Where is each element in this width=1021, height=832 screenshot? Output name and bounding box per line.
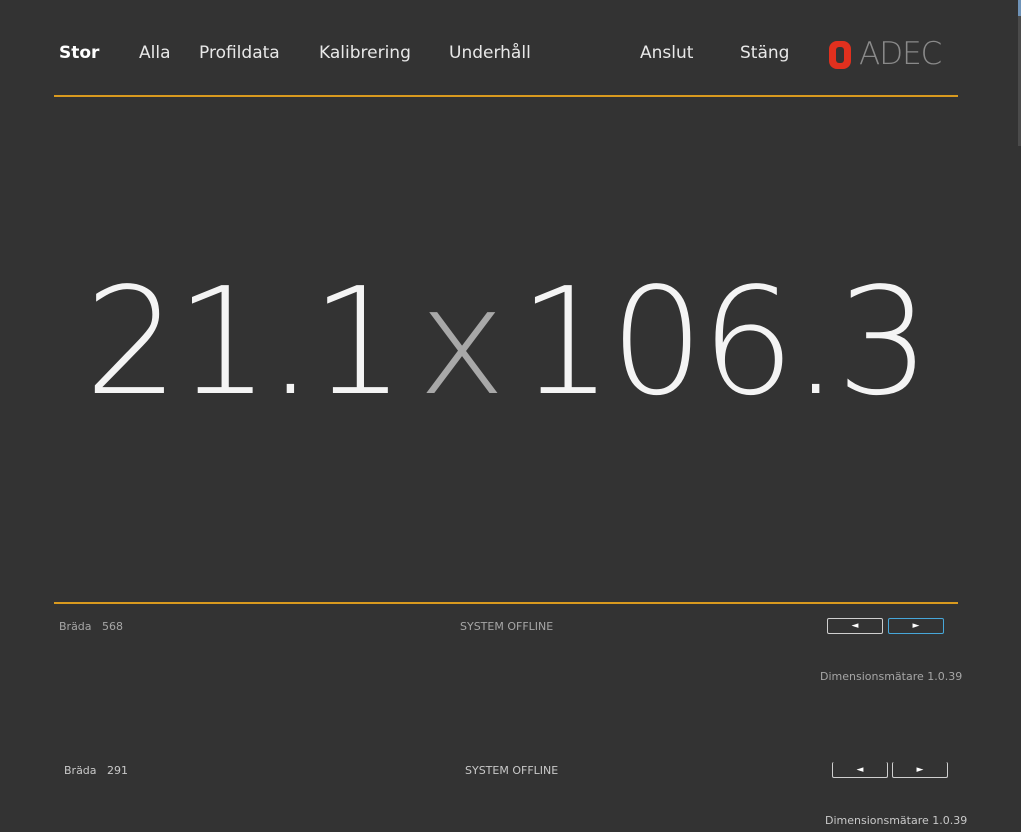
board-counter: Bräda 568 [59,620,123,633]
dimension-readout: 21.1 x 106.3 [54,252,958,432]
app-version: Dimensionsmätare 1.0.39 [820,670,963,683]
brand-name: ADEC [859,36,942,72]
header-divider [54,95,958,97]
board-label: Bräda [59,620,92,633]
width-value: 106.3 [518,256,931,428]
board-number: 568 [102,620,124,633]
nav-kalibrering[interactable]: Kalibrering [319,42,411,64]
nav-alla[interactable]: Alla [139,42,171,64]
ghost-board-counter: Bräda 291 [64,764,128,777]
footer-divider [54,602,958,604]
system-status: SYSTEM OFFLINE [460,620,554,633]
ghost-board-number: 291 [107,764,129,777]
stang-button[interactable]: Stäng [740,42,789,64]
ghost-app-version: Dimensionsmätare 1.0.39 [825,814,968,827]
adec-logo-icon [829,41,851,69]
nav-underhall[interactable]: Underhåll [449,42,531,64]
dimension-separator: x [418,256,506,428]
nav-stor[interactable]: Stor [59,42,99,64]
ghost-board-label: Bräda [64,764,97,777]
next-board-button[interactable]: ► [888,618,944,634]
ghost-previous-board-button: ◄ [832,762,888,778]
nav-profildata[interactable]: Profildata [199,42,280,64]
ghost-system-status: SYSTEM OFFLINE [465,764,559,777]
thickness-value: 21.1 [84,256,406,428]
previous-board-button[interactable]: ◄ [827,618,883,634]
ghost-footer: Bräda 291 SYSTEM OFFLINE ◄ ► Dimensionsm… [0,760,1021,832]
adec-logo: ADEC [828,38,953,70]
ghost-next-board-button: ► [892,762,948,778]
anslut-button[interactable]: Anslut [640,42,693,64]
